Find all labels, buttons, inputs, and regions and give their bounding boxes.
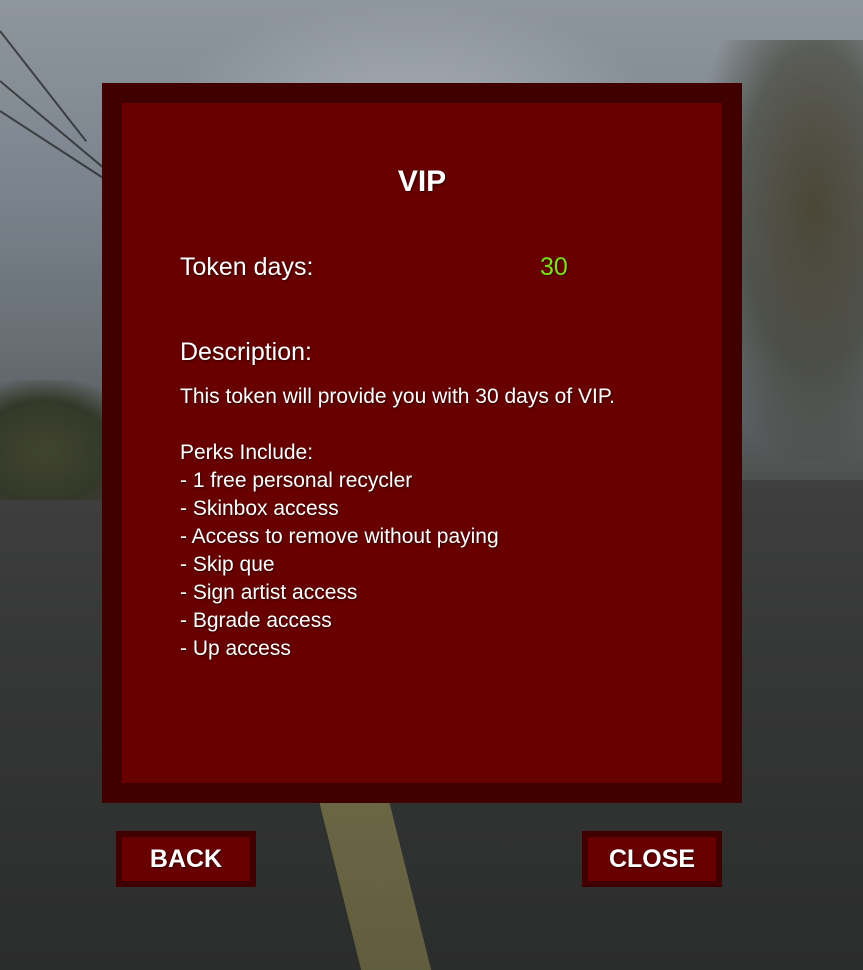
- token-days-value: 30: [540, 253, 568, 281]
- description-text: This token will provide you with 30 days…: [180, 383, 700, 663]
- perk-item: - Skinbox access: [180, 497, 339, 520]
- vip-token-dialog: VIP Token days: 30 Description: This tok…: [102, 83, 742, 803]
- power-line: [0, 110, 118, 189]
- perk-item: - Access to remove without paying: [180, 525, 499, 548]
- dialog-content: VIP Token days: 30 Description: This tok…: [122, 103, 722, 783]
- close-button-label: CLOSE: [588, 837, 716, 881]
- description-line: [180, 411, 700, 439]
- perk-item: - Bgrade access: [180, 609, 332, 632]
- power-line: [0, 80, 116, 179]
- back-button-label: BACK: [122, 837, 250, 881]
- perk-item: - 1 free personal recycler: [180, 469, 413, 492]
- description-heading: Description:: [180, 338, 312, 366]
- power-line: [0, 30, 87, 142]
- perk-item: - Up access: [180, 637, 291, 660]
- description-line: This token will provide you with 30 days…: [180, 385, 616, 408]
- perk-item: - Skip que: [180, 553, 275, 576]
- back-button[interactable]: BACK: [116, 831, 256, 887]
- dialog-title: VIP: [397, 165, 447, 198]
- close-button[interactable]: CLOSE: [582, 831, 722, 887]
- game-scene: VIP Token days: 30 Description: This tok…: [0, 0, 863, 970]
- token-days-label: Token days:: [180, 253, 314, 281]
- perks-heading: Perks Include:: [180, 441, 314, 464]
- perk-item: - Sign artist access: [180, 581, 358, 604]
